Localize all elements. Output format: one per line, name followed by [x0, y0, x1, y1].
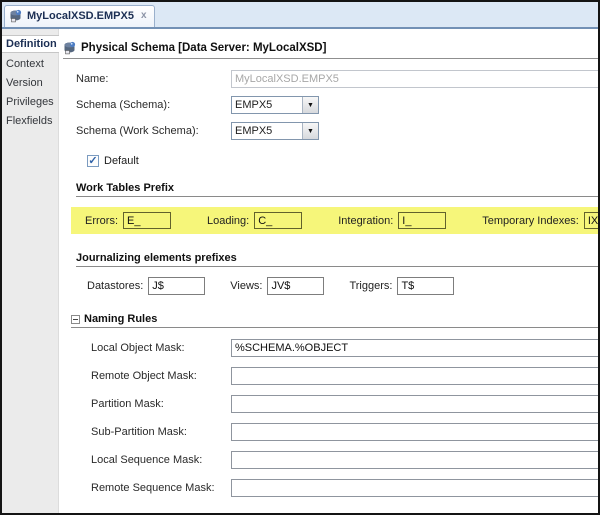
remote-object-mask-field[interactable]: [231, 367, 598, 385]
definition-panel: Physical Schema [Data Server: MyLocalXSD…: [59, 29, 598, 513]
tab-bar: MyLocalXSD.EMPX5 x: [2, 2, 598, 29]
sidebar-item-context[interactable]: Context: [2, 56, 58, 72]
views-prefix-field[interactable]: [267, 277, 325, 295]
loading-prefix-field[interactable]: [254, 212, 303, 229]
collapse-icon[interactable]: [71, 314, 80, 324]
journalizing-title: Journalizing elements prefixes: [76, 252, 237, 264]
work-tables-prefix-heading: Work Tables Prefix: [76, 182, 598, 197]
panel-header: Physical Schema [Data Server: MyLocalXSD…: [63, 41, 598, 59]
journalizing-row: Datastores: Views: Triggers:: [87, 277, 598, 295]
partition-mask-field[interactable]: [231, 395, 598, 413]
sidebar-item-flexfields[interactable]: Flexfields: [2, 113, 58, 129]
local-object-mask-label: Local Object Mask:: [91, 342, 185, 354]
temporary-indexes-prefix-field[interactable]: [583, 212, 598, 229]
work-schema-label: Schema (Work Schema):: [76, 125, 199, 137]
work-tables-prefix-row: Errors: Loading: Integration: Temporary …: [71, 207, 598, 234]
editor-sidebar: Definition Context Version Privileges Fl…: [2, 29, 59, 513]
remote-object-mask-label: Remote Object Mask:: [91, 370, 197, 382]
physical-schema-icon: [9, 9, 23, 23]
dropdown-arrow-icon[interactable]: ▼: [302, 123, 318, 139]
errors-label: Errors:: [85, 214, 118, 227]
panel-title: Physical Schema [Data Server: MyLocalXSD…: [81, 42, 327, 54]
triggers-prefix-field[interactable]: [397, 277, 455, 295]
integration-prefix-field[interactable]: [398, 212, 447, 229]
journalizing-heading: Journalizing elements prefixes: [76, 252, 598, 267]
loading-label: Loading:: [207, 214, 250, 227]
sidebar-item-definition[interactable]: Definition: [2, 35, 59, 53]
local-sequence-mask-label: Local Sequence Mask:: [91, 454, 203, 466]
remote-sequence-mask-label: Remote Sequence Mask:: [91, 482, 215, 494]
sub-partition-mask-label: Sub-Partition Mask:: [91, 426, 187, 438]
naming-rules-title: Naming Rules: [84, 313, 158, 325]
physical-schema-editor-window: MyLocalXSD.EMPX5 x Definition Context Ve…: [0, 0, 600, 515]
sub-partition-mask-field[interactable]: [231, 423, 598, 441]
views-label: Views:: [230, 280, 263, 292]
local-object-mask-field[interactable]: [231, 339, 598, 357]
physical-schema-icon: [63, 41, 77, 55]
naming-rules-heading: Naming Rules: [71, 313, 598, 328]
default-checkbox[interactable]: ✓: [87, 155, 99, 167]
tab-close-icon[interactable]: x: [141, 11, 147, 21]
triggers-label: Triggers:: [349, 280, 393, 292]
name-field: [231, 70, 598, 88]
work-schema-select[interactable]: EMPX5 ▼: [231, 122, 319, 140]
datastores-label: Datastores:: [87, 280, 144, 292]
datastores-prefix-field[interactable]: [148, 277, 206, 295]
schema-label: Schema (Schema):: [76, 99, 171, 111]
partition-mask-label: Partition Mask:: [91, 398, 164, 410]
local-sequence-mask-field[interactable]: [231, 451, 598, 469]
sidebar-item-version[interactable]: Version: [2, 75, 58, 91]
work-schema-select-value: EMPX5: [235, 125, 273, 137]
integration-label: Integration:: [338, 214, 394, 227]
schema-select[interactable]: EMPX5 ▼: [231, 96, 319, 114]
dropdown-arrow-icon[interactable]: ▼: [302, 97, 318, 113]
tab-title: MyLocalXSD.EMPX5: [27, 10, 134, 22]
default-checkbox-label: Default: [104, 155, 139, 167]
work-tables-prefix-title: Work Tables Prefix: [76, 182, 175, 194]
remote-sequence-mask-field[interactable]: [231, 479, 598, 497]
temporary-indexes-label: Temporary Indexes:: [482, 214, 579, 227]
tab-mylocalxsd-empx5[interactable]: MyLocalXSD.EMPX5 x: [4, 5, 155, 27]
sidebar-item-privileges[interactable]: Privileges: [2, 94, 58, 110]
errors-prefix-field[interactable]: [123, 212, 171, 229]
name-label: Name:: [76, 73, 109, 85]
schema-select-value: EMPX5: [235, 99, 273, 111]
